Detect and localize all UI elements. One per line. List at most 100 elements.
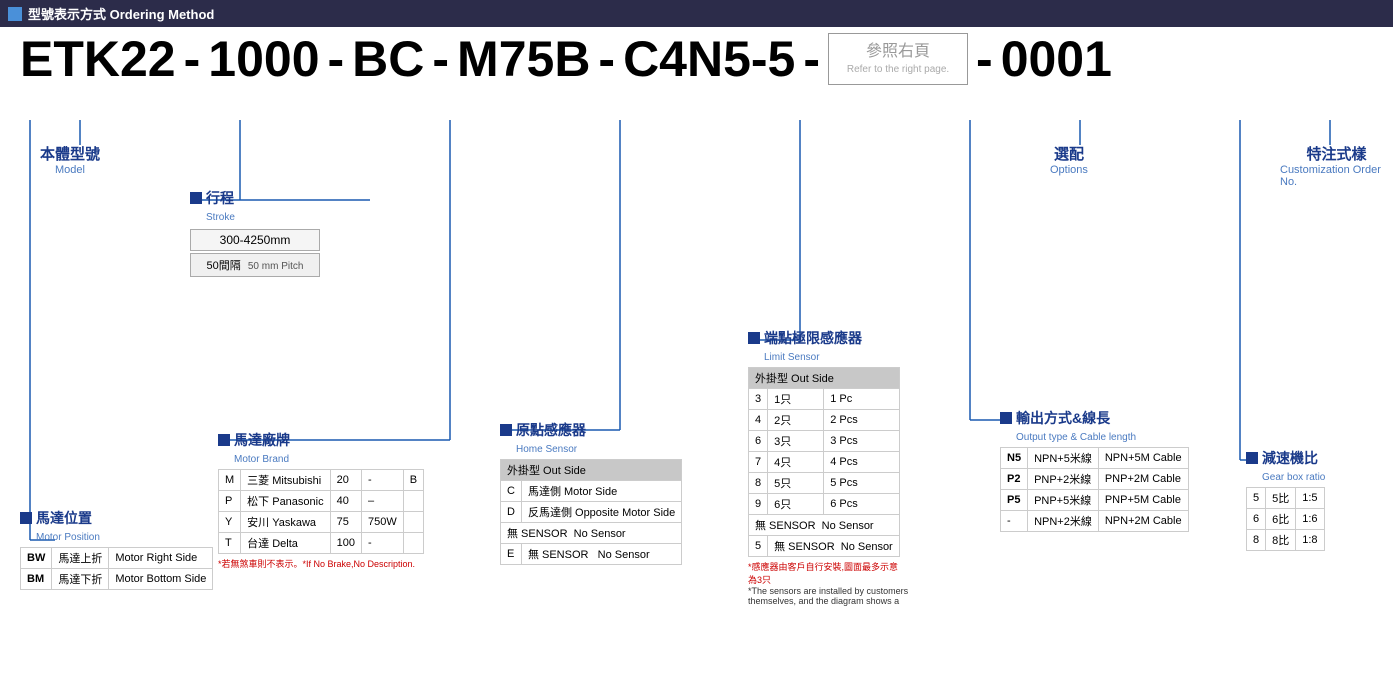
gb-zh-8: 8比 (1266, 530, 1296, 551)
home-sensor-table: 外掛型 Out Side C 馬達側 Motor Side D 反馬達側 Opp… (500, 459, 682, 565)
table-row: Y 安川 Yaskawa 75 750W (219, 512, 424, 533)
model-part-1000: 1000 (208, 30, 319, 88)
gb-code-8: 8 (1247, 530, 1266, 551)
stroke-zh: 行程 (206, 188, 234, 208)
options-label-block: 選配 Options (1050, 143, 1088, 176)
ls-code-7: 7 (749, 452, 768, 473)
hs-no-sensor: 無 SENSOR No Sensor (501, 523, 682, 544)
ls-en-3: 3 Pcs (824, 431, 899, 452)
dash-1: - (184, 30, 201, 88)
table-row: 外掛型 Out Side (749, 368, 900, 389)
mb-empty3 (403, 533, 423, 554)
motor-position-header: 馬達位置 (20, 508, 92, 528)
dash-3: - (432, 30, 449, 88)
table-row: P 松下 Panasonic 40 – (219, 491, 424, 512)
stroke-icon (190, 192, 202, 204)
ls-code-4: 4 (749, 410, 768, 431)
mp-code-bw: BW (21, 548, 52, 569)
home-sensor-header: 原點感應器 (500, 420, 586, 440)
out-code-n5: N5 (1001, 448, 1028, 469)
ls-en-4: 4 Pcs (824, 452, 899, 473)
out-en-p5: PNP+5M Cable (1098, 490, 1188, 511)
customization-zh: 特注式樣 (1306, 143, 1366, 164)
out-zh-dash: NPN+2米線 (1028, 511, 1099, 532)
motor-position-zh: 馬達位置 (36, 508, 92, 528)
motor-brand-section: 馬達廠牌 Motor Brand M 三菱 Mitsubishi 20 - B … (218, 430, 424, 570)
mb-dash-1: - (361, 470, 403, 491)
mb-empty2 (403, 512, 423, 533)
limit-sensor-table: 外掛型 Out Side 3 1只 1 Pc 4 2只 2 Pcs 6 3只 3… (748, 367, 900, 557)
out-en-p2: PNP+2M Cable (1098, 469, 1188, 490)
ls-code-5: 5 (749, 536, 768, 557)
mp-code-bm: BM (21, 569, 52, 590)
gearbox-icon (1246, 452, 1258, 464)
home-sensor-zh: 原點感應器 (516, 420, 586, 440)
motor-position-en: Motor Position (36, 532, 100, 543)
gb-code-5: 5 (1247, 488, 1266, 509)
mb-code-y: Y (219, 512, 241, 533)
customization-label-block: 特注式樣 Customization Order No. (1280, 143, 1393, 188)
mb-val-20: 20 (330, 470, 361, 491)
gearbox-en: Gear box ratio (1262, 472, 1325, 483)
mb-dash-2: – (361, 491, 403, 512)
out-zh-p2: PNP+2米線 (1028, 469, 1099, 490)
hs-val-d: 反馬達側 Opposite Motor Side (521, 502, 681, 523)
header-title: 型號表示方式 Ordering Method (28, 4, 214, 23)
ls-note3: *The sensors are installed by customers (748, 586, 908, 596)
table-row: 外掛型 Out Side (501, 460, 682, 481)
table-row: BW 馬達上折 Motor Right Side (21, 548, 213, 569)
ls-code-6: 6 (749, 431, 768, 452)
mb-name-m: 三菱 Mitsubishi (241, 470, 330, 491)
ls-en-5: 5 Pcs (824, 473, 899, 494)
table-row: 6 3只 3 Pcs (749, 431, 900, 452)
ls-en-2: 2 Pcs (824, 410, 899, 431)
motor-position-icon (20, 512, 32, 524)
ls-en-1: 1 Pc (824, 389, 899, 410)
motor-position-section: 馬達位置 Motor Position BW 馬達上折 Motor Right … (20, 508, 213, 590)
output-icon (1000, 412, 1012, 424)
table-row: N5 NPN+5米線 NPN+5M Cable (1001, 448, 1189, 469)
model-part-m75b: M75B (457, 30, 590, 88)
mb-code-m: M (219, 470, 241, 491)
ls-zh-5: 5只 (768, 473, 824, 494)
table-row: 5 無 SENSOR No Sensor (749, 536, 900, 557)
limit-sensor-note: *感應器由客戶自行安裝,圖面最多示意 為3只 *The sensors are … (748, 560, 908, 606)
output-zh: 輸出方式&線長 (1016, 408, 1110, 428)
gearbox-header: 減速機比 (1246, 448, 1318, 468)
ls-note4: themselves, and the diagram shows a (748, 596, 908, 606)
stroke-range: 300-4250mm (190, 229, 320, 251)
motor-brand-zh: 馬達廠牌 (234, 430, 290, 450)
page-wrapper: 型號表示方式 Ordering Method ETK22 - 1000 - BC… (0, 0, 1393, 680)
model-label-block: 本體型號 Model (40, 143, 100, 176)
table-row: 8 5只 5 Pcs (749, 473, 900, 494)
table-row: P5 PNP+5米線 PNP+5M Cable (1001, 490, 1189, 511)
table-row: C 馬達側 Motor Side (501, 481, 682, 502)
table-row: M 三菱 Mitsubishi 20 - B (219, 470, 424, 491)
ls-code-9: 9 (749, 494, 768, 515)
hs-header: 外掛型 Out Side (501, 460, 682, 481)
model-label-zh: 本體型號 (40, 143, 100, 164)
home-sensor-section: 原點感應器 Home Sensor 外掛型 Out Side C 馬達側 Mot… (500, 420, 682, 565)
output-table: N5 NPN+5米線 NPN+5M Cable P2 PNP+2米線 PNP+2… (1000, 447, 1189, 532)
table-row: 8 8比 1:8 (1247, 530, 1325, 551)
mb-val-75: 75 (330, 512, 361, 533)
table-row: 無 SENSOR No Sensor (749, 515, 900, 536)
limit-sensor-header: 端點極限感應器 (748, 328, 862, 348)
motor-brand-note: *若無煞車則不表示。*If No Brake,No Description. (218, 557, 415, 570)
gearbox-section: 減速機比 Gear box ratio 5 5比 1:5 6 6比 1:6 8 … (1246, 448, 1325, 551)
table-row: T 台達 Delta 100 - (219, 533, 424, 554)
table-row: 4 2只 2 Pcs (749, 410, 900, 431)
ls-zh-1: 1只 (768, 389, 824, 410)
mb-code-p: P (219, 491, 241, 512)
mp-en-1: Motor Right Side (109, 548, 213, 569)
ls-header: 外掛型 Out Side (749, 368, 900, 389)
gb-en-6: 1:6 (1296, 509, 1324, 530)
ls-note2: 為3只 (748, 573, 908, 586)
pitch-sub: 50 mm Pitch (248, 261, 304, 272)
gb-zh-6: 6比 (1266, 509, 1296, 530)
mb-code-t: T (219, 533, 241, 554)
model-label-en: Model (55, 164, 85, 176)
hs-code-c: C (501, 481, 522, 502)
hs-val-e: 無 SENSOR No Sensor (521, 544, 681, 565)
dash-4: - (598, 30, 615, 88)
